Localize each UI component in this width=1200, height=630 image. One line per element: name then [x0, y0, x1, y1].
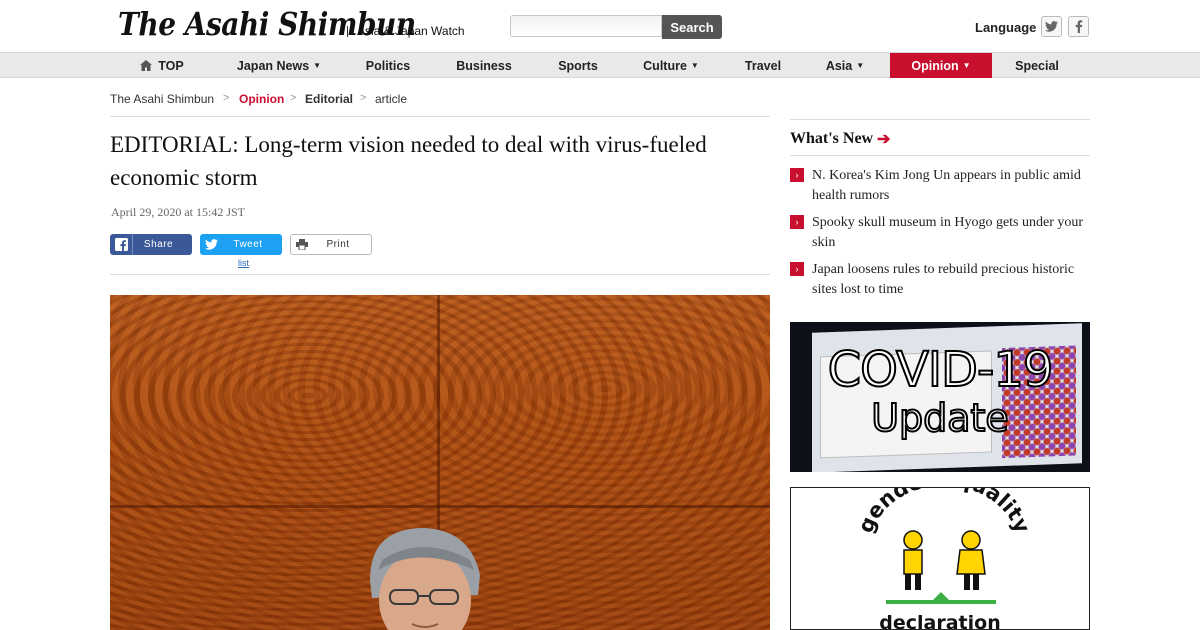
- search-input[interactable]: [510, 15, 662, 37]
- facebook-link[interactable]: [1068, 16, 1089, 37]
- whats-new-item[interactable]: N. Korea's Kim Jong Un appears in public…: [812, 166, 1092, 206]
- article-date: April 29, 2020 at 15:42 JST: [111, 205, 245, 219]
- twitter-link[interactable]: [1041, 16, 1062, 37]
- nav-top[interactable]: TOP: [130, 53, 194, 78]
- nav-label: Sports: [558, 58, 598, 73]
- facebook-share-button[interactable]: Share: [110, 234, 192, 255]
- nav-politics[interactable]: Politics: [352, 53, 424, 78]
- nav-special[interactable]: Special: [1004, 53, 1070, 78]
- print-button[interactable]: Print: [290, 234, 372, 255]
- divider: [790, 155, 1090, 156]
- gender-equality-logo: gender equality: [853, 488, 1035, 604]
- nav-sports[interactable]: Sports: [548, 53, 608, 78]
- banner-arc-text: gender equality: [853, 488, 1035, 537]
- banner-subtitle: Update: [870, 395, 1010, 441]
- nav-label: Business: [456, 58, 512, 73]
- twitter-icon: [1045, 21, 1058, 32]
- caret-down-icon: ▼: [962, 61, 971, 70]
- nav-business[interactable]: Business: [446, 53, 522, 78]
- breadcrumb-separator: >: [223, 92, 230, 104]
- caret-down-icon: ▼: [690, 61, 699, 70]
- nav-label: Asia: [825, 58, 853, 73]
- breadcrumb-editorial[interactable]: Editorial: [305, 92, 353, 106]
- nav-label: Culture: [643, 58, 687, 73]
- nav-travel[interactable]: Travel: [734, 53, 792, 78]
- nav-label: TOP: [158, 58, 184, 73]
- person-figure: [370, 528, 480, 630]
- logo-divider: [347, 26, 348, 37]
- language-menu[interactable]: Language: [975, 20, 1036, 35]
- tweet-label: Tweet: [233, 239, 263, 250]
- nav-japan-news[interactable]: Japan News ▼: [226, 53, 332, 78]
- search-button[interactable]: Search: [662, 15, 722, 39]
- home-icon: [140, 60, 153, 71]
- nav-opinion[interactable]: Opinion ▼: [890, 53, 992, 78]
- share-label: Share: [143, 239, 174, 250]
- main-nav: TOP Japan News ▼ Politics Business Sports…: [0, 52, 1200, 78]
- nav-culture[interactable]: Culture ▼: [634, 53, 708, 78]
- article-photo: [110, 295, 770, 630]
- printer-icon: [291, 235, 313, 254]
- breadcrumb-separator: >: [290, 92, 297, 104]
- whats-new-item[interactable]: Japan loosens rules to rebuild precious …: [812, 260, 1092, 300]
- breadcrumb-separator: >: [360, 92, 367, 104]
- nav-label: Politics: [365, 58, 411, 73]
- print-label: Print: [326, 239, 350, 250]
- nav-asia[interactable]: Asia ▼: [818, 53, 872, 78]
- breadcrumb-opinion[interactable]: Opinion: [239, 92, 284, 106]
- arrow-right-icon: ➔: [877, 131, 891, 148]
- covid-update-banner[interactable]: COVID-19 Update: [790, 322, 1090, 472]
- divider: [110, 116, 770, 117]
- chevron-right-icon: ›: [790, 262, 804, 276]
- wood-panel-seam: [110, 505, 770, 508]
- chevron-right-icon: ›: [790, 168, 804, 182]
- facebook-icon: [1075, 20, 1082, 33]
- nav-label: Opinion: [911, 58, 959, 73]
- whats-new-item[interactable]: Spooky skull museum in Hyogo gets under …: [812, 213, 1092, 253]
- nav-label: Japan News: [236, 58, 310, 73]
- tweet-button[interactable]: Tweet: [200, 234, 282, 255]
- divider: [110, 274, 770, 275]
- breadcrumb-current: article: [375, 92, 408, 106]
- caret-down-icon: ▼: [313, 61, 322, 70]
- banner-caption: declaration: [879, 612, 1001, 630]
- twitter-icon: [200, 234, 222, 255]
- breadcrumb-home[interactable]: The Asahi Shimbun: [110, 92, 214, 106]
- share-list-link[interactable]: list: [238, 258, 249, 268]
- chevron-right-icon: ›: [790, 215, 804, 229]
- whats-new-title[interactable]: What's New: [790, 130, 873, 148]
- banner-title: COVID-19: [827, 341, 1055, 399]
- divider: [790, 119, 1090, 120]
- nav-label: Travel: [744, 58, 782, 73]
- facebook-icon: [110, 234, 133, 255]
- gender-equality-banner[interactable]: gender equality declaration: [790, 487, 1090, 630]
- nav-label: Special: [1015, 58, 1059, 73]
- site-tagline: Asia & Japan Watch: [357, 24, 465, 38]
- caret-down-icon: ▼: [856, 61, 865, 70]
- article-headline: EDITORIAL: Long-term vision needed to de…: [110, 132, 707, 190]
